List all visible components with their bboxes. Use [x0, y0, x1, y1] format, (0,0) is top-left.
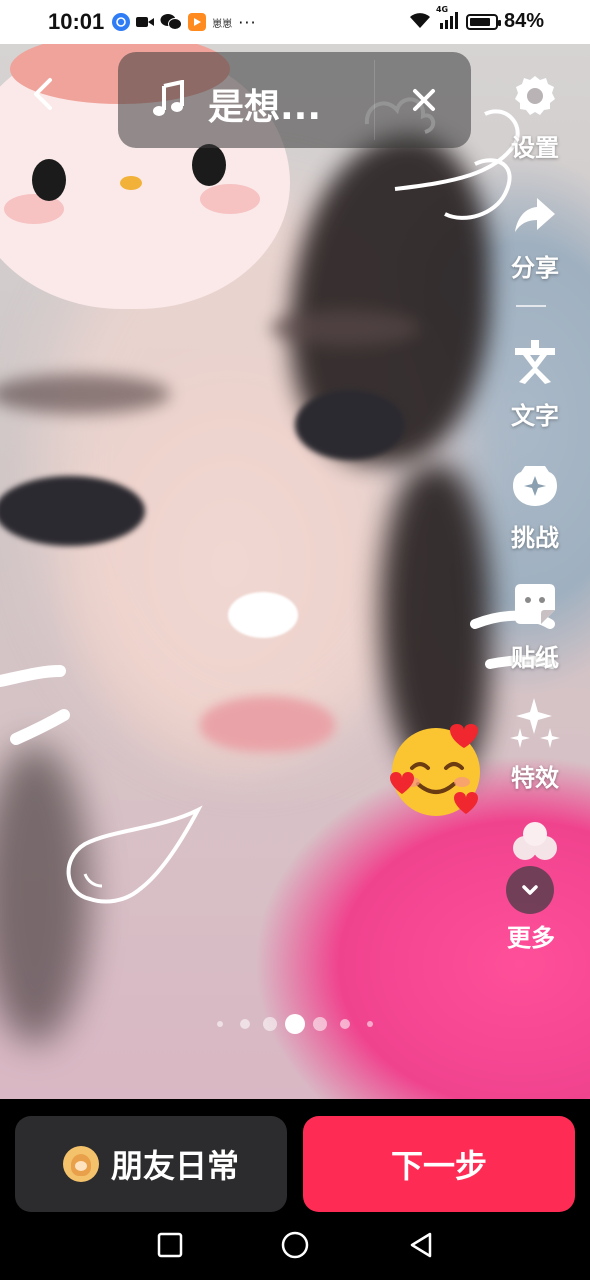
- notification-icons: 崽崽 ···: [112, 13, 256, 32]
- page-dot: [340, 1019, 350, 1029]
- text-icon: [511, 338, 559, 390]
- beauty-icon: [511, 820, 559, 864]
- select-music-button[interactable]: 是想...: [118, 52, 471, 148]
- page-dot: [217, 1021, 223, 1027]
- recents-button[interactable]: [157, 1232, 183, 1262]
- chevron-down-icon: [522, 885, 538, 895]
- page-indicator: [0, 1014, 590, 1034]
- cellular-signal-icon: 4G: [436, 5, 460, 33]
- more-notifications-icon: ···: [238, 12, 257, 32]
- circle-icon: [281, 1231, 309, 1259]
- camera-preview[interactable]: 是想... 设置 分享 文字 挑战 贴纸 特效 更多: [0, 44, 590, 1099]
- status-bar: 10:01 崽崽 ··· 4G 84%: [0, 0, 590, 44]
- music-note-icon: [152, 79, 186, 122]
- close-icon: [413, 89, 435, 111]
- music-title: 是想...: [208, 87, 322, 128]
- cheek-lines-doodle: [0, 665, 70, 745]
- share-label: 分享: [511, 254, 559, 282]
- challenge-icon: [511, 460, 559, 512]
- share-icon: [511, 192, 559, 244]
- friends-daily-button[interactable]: 朋友日常: [15, 1116, 287, 1212]
- page-dot-active: [285, 1014, 305, 1034]
- triangle-back-icon: [410, 1232, 432, 1258]
- back-nav-button[interactable]: [408, 1231, 434, 1263]
- page-dot: [263, 1017, 277, 1031]
- sticker-icon: [511, 580, 559, 632]
- next-step-button[interactable]: 下一步: [303, 1116, 575, 1212]
- text-label: 文字: [511, 402, 559, 430]
- status-right: 4G 84%: [408, 5, 544, 33]
- video-app-icon: [188, 13, 207, 31]
- more-button[interactable]: [506, 866, 554, 914]
- chevron-left-icon: [34, 78, 52, 110]
- wechat-icon: [160, 13, 183, 31]
- more-label: 更多: [507, 924, 555, 952]
- page-dot: [313, 1017, 327, 1031]
- video-icon: [136, 15, 155, 29]
- status-left: 10:01 崽崽 ···: [48, 9, 257, 35]
- remove-music-button[interactable]: [406, 82, 442, 118]
- friends-daily-label: 朋友日常: [110, 1147, 239, 1185]
- home-button[interactable]: [281, 1231, 309, 1263]
- battery-icon: [465, 13, 501, 30]
- sticker-label: 贴纸: [511, 644, 559, 672]
- nose-cloud-sticker: [228, 592, 298, 638]
- next-step-label: 下一步: [390, 1147, 487, 1185]
- settings-label: 设置: [511, 134, 559, 162]
- page-dot: [240, 1019, 250, 1029]
- system-nav-bar: [0, 1218, 590, 1280]
- smiling-hearts-emoji-sticker: [390, 724, 480, 816]
- back-button[interactable]: [28, 74, 58, 114]
- wifi-icon: [408, 11, 432, 33]
- square-icon: [157, 1232, 183, 1258]
- clock: 10:01: [48, 9, 105, 34]
- avatar: [62, 1146, 99, 1182]
- speech-drop-doodle: [66, 805, 203, 904]
- browser-app-icon: [112, 13, 131, 31]
- page-dot: [367, 1021, 373, 1027]
- sparkle-icon: [510, 698, 560, 754]
- gear-icon: [511, 72, 559, 124]
- notification-text: 崽崽: [212, 18, 233, 30]
- challenge-label: 挑战: [511, 524, 559, 552]
- effects-label: 特效: [511, 764, 559, 792]
- network-type: 4G: [435, 4, 449, 14]
- toolbar-divider: [516, 305, 546, 307]
- battery-percent: 84%: [503, 10, 544, 32]
